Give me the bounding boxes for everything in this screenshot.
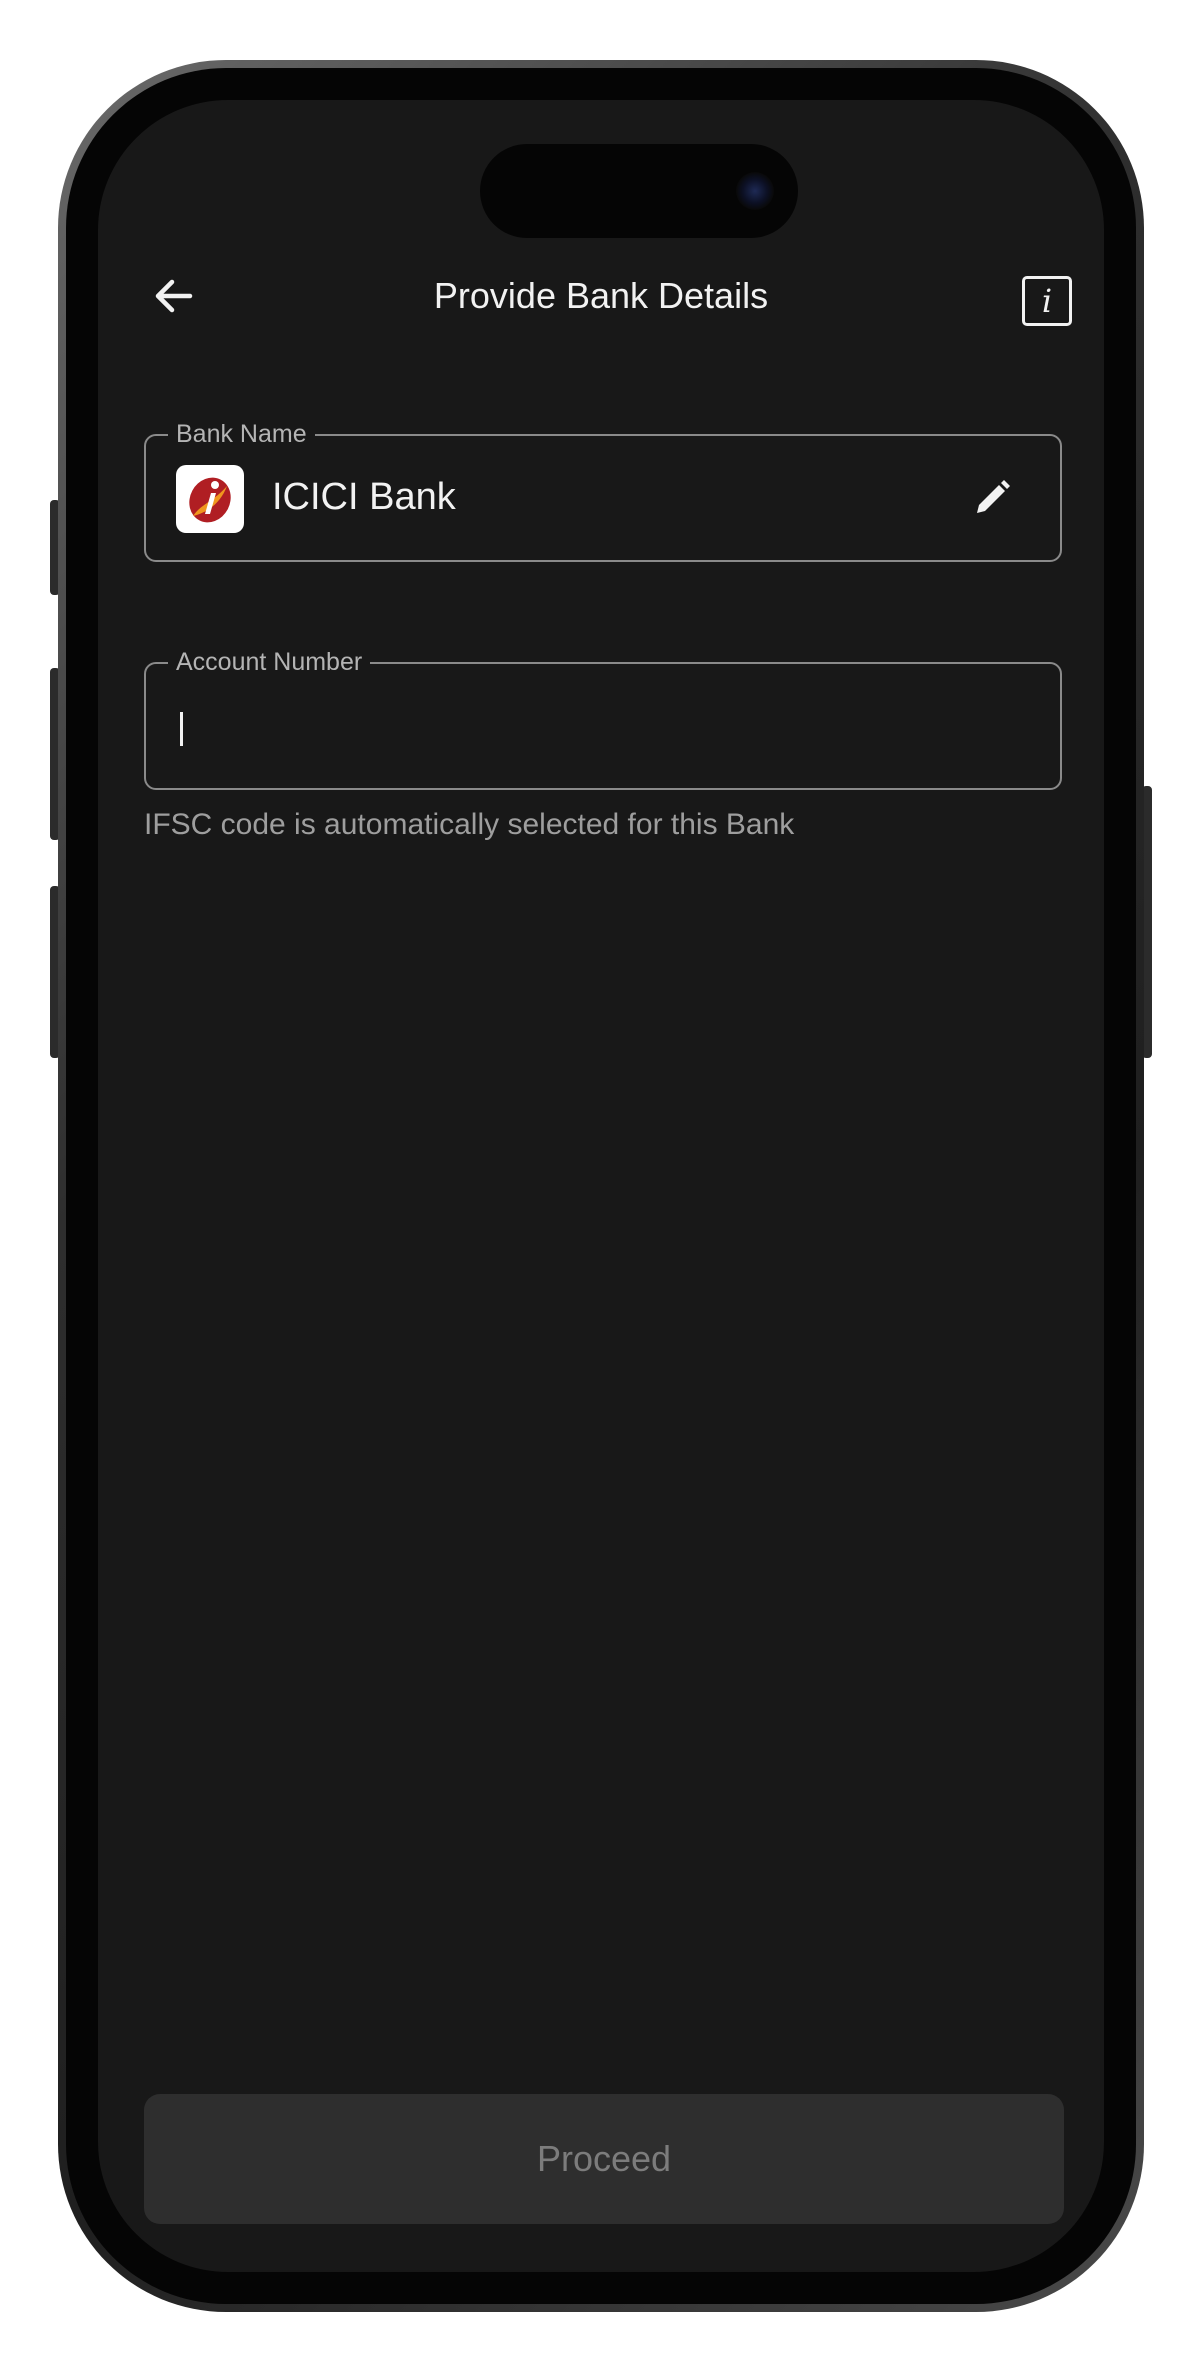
page-title: Provide Bank Details [433,275,769,316]
ifsc-helper-text: IFSC code is automatically selected for … [144,808,795,841]
icici-bank-logo [176,465,244,533]
pencil-icon [977,480,1010,513]
bank-name-value: ICICI Bank [272,476,456,518]
phone-bezel: Provide Bank Details i Bank Name ICICI B… [66,68,1136,2304]
info-button[interactable]: i [1022,276,1072,326]
info-icon: i [1041,282,1053,320]
account-number-label: Account Number [168,648,371,676]
bank-name-field[interactable]: Bank Name ICICI Bank [144,420,1062,562]
text-cursor [180,712,183,746]
phone-frame: Provide Bank Details i Bank Name ICICI B… [58,60,1144,2312]
icici-logo-icon [189,477,231,523]
proceed-button[interactable]: Proceed [144,2094,1064,2224]
dynamic-island [480,144,798,238]
back-button[interactable] [144,266,204,326]
arrow-left-icon [155,279,193,313]
account-number-input[interactable] [172,682,1032,770]
app-screen: Provide Bank Details i Bank Name ICICI B… [98,100,1104,2272]
front-camera [736,172,774,210]
device-stage: Provide Bank Details i Bank Name ICICI B… [0,0,1204,2372]
edit-bank-button[interactable] [968,474,1016,522]
account-number-field[interactable]: Account Number [144,648,1062,790]
